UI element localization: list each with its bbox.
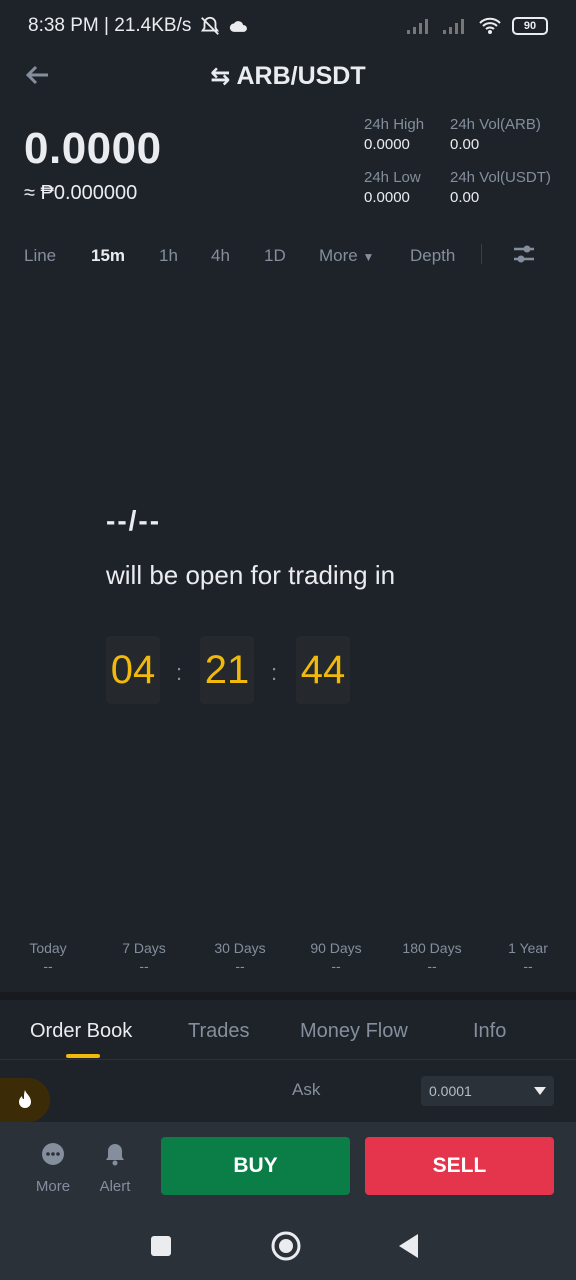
perf-label: 180 Days	[402, 940, 462, 956]
last-price: 0.0000	[24, 124, 162, 173]
perf-today: Today --	[29, 940, 66, 974]
tab-bar: Order Book Trades Money Flow Info	[0, 1000, 576, 1060]
back-arrow-icon[interactable]	[22, 60, 52, 90]
active-tab-indicator	[66, 1054, 100, 1058]
tab-order-book[interactable]: Order Book	[30, 1020, 132, 1043]
stat-value: 0.00	[450, 189, 480, 206]
perf-value: --	[427, 958, 437, 974]
countdown-title: --/--	[106, 505, 162, 536]
top-bar: ⇆ ARB/USDT	[0, 52, 576, 100]
perf-180days: 180 Days --	[402, 940, 461, 974]
countdown-minutes: 21	[200, 636, 254, 704]
hot-float-button[interactable]	[0, 1078, 50, 1122]
perf-label: 90 Days	[310, 940, 362, 956]
buy-button[interactable]: BUY	[161, 1137, 350, 1195]
status-bar: 8:38 PM | 21.4KB/s 90	[0, 0, 576, 52]
stat-value: 0.00	[450, 136, 480, 153]
perf-value: --	[331, 958, 341, 974]
cloud-icon	[230, 21, 248, 32]
precision-select[interactable]: 0.0001	[421, 1076, 554, 1106]
pair-title[interactable]: ⇆ ARB/USDT	[0, 62, 576, 91]
stat-label: 24h High	[364, 116, 425, 133]
tab-money-flow[interactable]: Money Flow	[300, 1020, 408, 1043]
more-label: More	[35, 1178, 71, 1195]
stat-24h-vol-quote: 24h Vol(USDT) 0.00	[450, 169, 551, 206]
bell-icon	[106, 1144, 124, 1166]
tf-15m[interactable]: 15m	[91, 246, 125, 266]
tab-info[interactable]: Info	[473, 1020, 506, 1043]
stat-label: 24h Vol(ARB)	[450, 116, 541, 133]
divider	[481, 244, 482, 264]
countdown-subtitle: will be open for trading in	[106, 560, 396, 590]
pair-label: ARB/USDT	[236, 62, 366, 90]
countdown-hours: 04	[106, 636, 160, 704]
stat-label: 24h Vol(USDT)	[450, 169, 551, 186]
system-nav-bar	[0, 1214, 576, 1280]
section-divider	[0, 992, 576, 1000]
ask-label: Ask	[292, 1080, 321, 1099]
perf-label: 30 Days	[214, 940, 266, 956]
perf-label: 7 Days	[122, 940, 166, 956]
tab-trades[interactable]: Trades	[188, 1020, 250, 1043]
perf-value: --	[43, 958, 53, 974]
alert-button[interactable]: Alert	[85, 1142, 145, 1195]
tf-depth[interactable]: Depth	[410, 246, 455, 266]
signal-icon	[407, 19, 428, 34]
status-time: 8:38 PM | 21.4KB/s	[28, 15, 192, 36]
perf-value: --	[139, 958, 149, 974]
tf-line[interactable]: Line	[24, 246, 56, 266]
timeframe-bar: Line 15m 1h 4h 1D More ▼ Depth	[0, 238, 576, 274]
orderbook-header: Ask 0.0001	[0, 1066, 576, 1116]
back-triangle-icon[interactable]	[394, 1230, 426, 1262]
wifi-icon	[479, 17, 501, 34]
stat-label: 24h Low	[364, 169, 421, 186]
stat-24h-low: 24h Low 0.0000	[364, 169, 421, 206]
signal-2-icon	[443, 19, 464, 34]
performance-row: Today -- 7 Days -- 30 Days -- 90 Days -- 180…	[0, 932, 576, 992]
tf-more[interactable]: More ▼	[319, 246, 374, 266]
caret-down-icon: ▼	[362, 250, 375, 264]
countdown-separator: :	[271, 660, 278, 685]
stat-value: 0.0000	[364, 136, 410, 153]
sliders-icon[interactable]	[512, 242, 536, 266]
tf-1h[interactable]: 1h	[159, 246, 178, 266]
home-icon[interactable]	[270, 1230, 302, 1262]
sell-button[interactable]: SELL	[365, 1137, 554, 1195]
more-dots-icon	[42, 1143, 64, 1165]
tf-1d[interactable]: 1D	[264, 246, 286, 266]
tf-more-label: More	[319, 246, 358, 265]
perf-value: --	[523, 958, 533, 974]
countdown-separator: :	[176, 660, 183, 685]
swap-icon: ⇆	[210, 63, 231, 90]
caret-down-icon	[534, 1087, 546, 1095]
bottom-action-bar: More Alert BUY SELL	[0, 1122, 576, 1214]
recents-icon[interactable]	[145, 1230, 177, 1262]
perf-30days: 30 Days --	[214, 940, 265, 974]
stat-24h-vol-base: 24h Vol(ARB) 0.00	[450, 116, 541, 153]
notification-off-icon	[201, 16, 220, 35]
alert-label: Alert	[99, 1178, 131, 1195]
stat-value: 0.0000	[364, 189, 410, 206]
precision-value: 0.0001	[429, 1083, 472, 1099]
perf-90days: 90 Days --	[310, 940, 361, 974]
perf-1year: 1 Year --	[508, 940, 548, 974]
perf-7days: 7 Days --	[122, 940, 166, 974]
more-button[interactable]: More	[23, 1142, 83, 1195]
perf-label: 1 Year	[508, 940, 548, 956]
battery-icon: 90	[512, 17, 548, 35]
perf-value: --	[235, 958, 245, 974]
fiat-price: ≈ ₱0.000000	[24, 182, 138, 204]
tf-4h[interactable]: 4h	[211, 246, 230, 266]
countdown-seconds: 44	[296, 636, 350, 704]
perf-label: Today	[29, 940, 67, 956]
fire-icon	[19, 1090, 31, 1108]
stat-24h-high: 24h High 0.0000	[364, 116, 424, 153]
